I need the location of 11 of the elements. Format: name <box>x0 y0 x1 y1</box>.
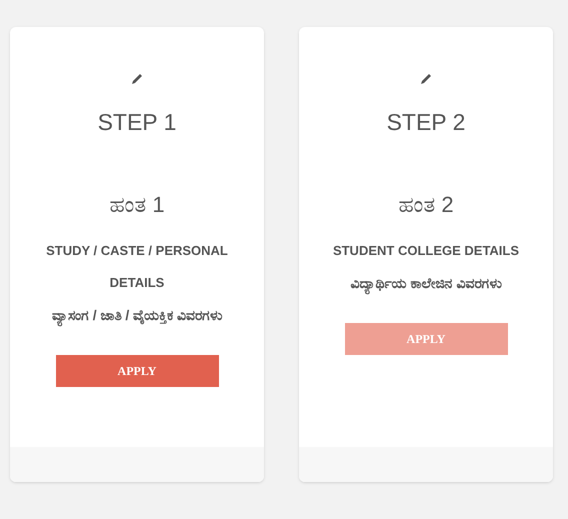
pencil-icon <box>130 72 144 86</box>
step-title: STEP 2 <box>386 108 466 136</box>
step-description-kannada: ವಿದ್ಯಾರ್ಥಿಯ ಕಾಲೇಜಿನ ವಿವರಗಳು <box>308 267 544 299</box>
pencil-icon <box>419 72 433 86</box>
step-title-kannada: ಹಂತ 1 <box>109 191 165 219</box>
apply-button[interactable]: APPLY <box>56 355 218 387</box>
step-description-kannada: ವ್ಯಾಸಂಗ / ಜಾತಿ / ವೈಯಕ್ತಿಕ ವಿವರಗಳು <box>19 299 255 331</box>
step-description: STUDENT COLLEGE DETAILS <box>332 242 520 260</box>
step-title: STEP 1 <box>98 108 176 136</box>
step-title-kannada: ಹಂತ 2 <box>398 191 454 219</box>
step-description: STUDY / CASTE / PERSONAL DETAILS <box>45 242 229 292</box>
